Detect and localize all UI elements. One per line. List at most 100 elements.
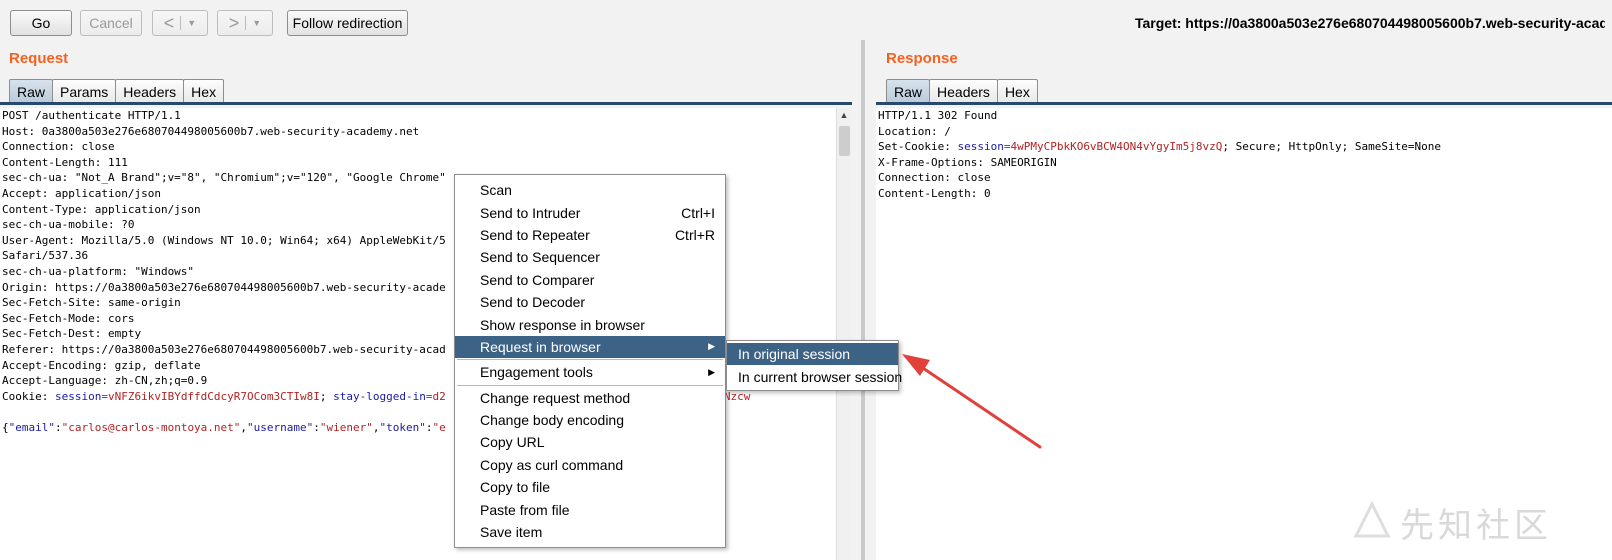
param-value: =vNFZ6ikvIBYdffdCdcyR7OCom3CTIw8I: [101, 389, 320, 403]
line-text: {: [2, 420, 9, 434]
response-tab-underline: [876, 102, 1612, 105]
line-text: Connection: close: [2, 140, 115, 154]
line-text: Location: /: [878, 124, 951, 138]
menu-item-scan[interactable]: Scan: [455, 179, 725, 201]
line-text: Sec-Fetch-Dest: empty: [2, 327, 142, 341]
menu-item-label: Show response in browser: [480, 316, 645, 333]
menu-item-shortcut: Ctrl+R: [674, 226, 715, 243]
param-value: =d2: [425, 389, 446, 403]
menu-item-send-to-intruder[interactable]: Send to Intruder Ctrl+I: [455, 201, 725, 223]
menu-item-label: Save item: [480, 524, 543, 541]
response-line: Set-Cookie: session=4wPMyCPbkKO6vBCW4ON4…: [876, 139, 1612, 155]
line-text: Accept-Encoding: gzip, deflate: [2, 358, 201, 372]
param-name: stay-logged-in: [333, 389, 426, 403]
request-tab-headers[interactable]: Headers: [115, 79, 185, 103]
menu-item-label: Engagement tools: [480, 364, 593, 381]
follow-redirection-button[interactable]: Follow redirection: [287, 10, 408, 36]
line-text: Host: 0a3800a503e276e680704498005600b7.w…: [2, 124, 420, 138]
line-text: :: [425, 420, 433, 434]
go-button[interactable]: Go: [10, 10, 72, 36]
scroll-up-icon[interactable]: ▲: [837, 108, 851, 120]
menu-item-show-response-in-browser[interactable]: Show response in browser: [455, 313, 725, 335]
response-line: Connection: close: [876, 170, 1612, 186]
line-text: Content-Type: application/json: [2, 202, 201, 216]
request-line: Connection: close: [0, 139, 836, 155]
pane-splitter[interactable]: [861, 40, 865, 560]
submenu-item-in-original-session[interactable]: In original session: [727, 343, 898, 366]
forward-separator: [245, 16, 247, 30]
follow-redirection-label: Follow redirection: [292, 15, 403, 31]
forward-button[interactable]: > ▼: [217, 10, 273, 36]
line-text: Referer: https://0a3800a503e276e68070449…: [2, 342, 446, 356]
watermark-logo-icon: [1353, 500, 1391, 538]
menu-separator: [457, 359, 723, 361]
response-line: HTTP/1.1 302 Found: [876, 108, 1612, 124]
menu-item-copy-to-file[interactable]: Copy to file: [455, 476, 725, 498]
param-name: "token": [379, 420, 426, 434]
line-text: Set-Cookie:: [878, 140, 958, 154]
submenu-item-label: In current browser session: [738, 368, 903, 385]
param-value: "wiener": [319, 420, 373, 434]
param-value: =4wPMyCPbkKO6vBCW4ON4vYgyIm5j8vzQ: [1003, 140, 1223, 154]
watermark-text: 先知社区: [1400, 507, 1552, 545]
menu-item-request-in-browser[interactable]: Request in browser ▶: [455, 335, 725, 359]
line-text: :: [54, 420, 62, 434]
request-title: Request: [9, 50, 69, 67]
menu-item-send-to-repeater[interactable]: Send to Repeater Ctrl+R: [455, 224, 725, 246]
line-text: Accept-Language: zh-CN,zh;q=0.9: [2, 374, 208, 388]
line-text: sec-ch-ua-platform: "Windows": [2, 264, 195, 278]
menu-item-save-item[interactable]: Save item: [455, 521, 725, 543]
menu-item-shortcut: Ctrl+I: [681, 204, 715, 221]
menu-item-send-to-comparer[interactable]: Send to Comparer: [455, 269, 725, 291]
menu-item-label: Copy to file: [480, 479, 551, 496]
response-line: Content-Length: 0: [876, 186, 1612, 202]
param-name: session: [957, 140, 1004, 154]
line-text: Connection: close: [878, 171, 991, 185]
request-in-browser-submenu: In original session In current browser se…: [726, 340, 902, 391]
line-text: HTTP/1.1 302 Found: [878, 109, 998, 122]
menu-item-label: Send to Intruder: [480, 204, 581, 221]
response-tab-raw[interactable]: Raw: [886, 79, 931, 103]
line-text: X-Frame-Options: SAMEORIGIN: [878, 155, 1057, 169]
request-tab-hex[interactable]: Hex: [183, 79, 225, 103]
line-text: Sec-Fetch-Mode: cors: [2, 311, 135, 325]
line-text: Origin: https://0a3800a503e276e680704498…: [2, 280, 446, 294]
menu-item-change-body-encoding[interactable]: Change body encoding: [455, 409, 725, 431]
scrollbar-thumb[interactable]: [839, 126, 850, 156]
menu-item-copy-url[interactable]: Copy URL: [455, 431, 725, 453]
request-tab-params[interactable]: Params: [52, 79, 117, 103]
param-name: session: [54, 389, 102, 403]
submenu-item-in-current-browser-session[interactable]: In current browser session: [727, 365, 902, 387]
target-label: Target: https://0a3800a503e276e680704498…: [1135, 15, 1605, 31]
response-tab-headers[interactable]: Headers: [929, 79, 998, 103]
menu-item-paste-from-file[interactable]: Paste from file: [455, 498, 725, 520]
request-line: Host: 0a3800a503e276e680704498005600b7.w…: [0, 124, 836, 140]
menu-item-label: Scan: [480, 182, 512, 199]
line-text: Content-Length: 0: [878, 186, 991, 200]
context-menu: Scan Send to Intruder Ctrl+I Send to Repeat…: [454, 174, 726, 549]
line-text: Sec-Fetch-Site: same-origin: [2, 296, 181, 310]
response-title: Response: [886, 50, 958, 67]
menu-item-send-to-decoder[interactable]: Send to Decoder: [455, 291, 725, 313]
menu-item-label: Request in browser: [480, 338, 601, 355]
back-button[interactable]: < ▼: [152, 10, 208, 36]
response-editor[interactable]: HTTP/1.1 302 Found Location: / Set-Cookie:…: [876, 108, 1612, 560]
line-text: sec-ch-ua-mobile: ?0: [2, 218, 135, 232]
submenu-item-label: In original session: [738, 346, 851, 363]
request-scrollbar[interactable]: ▲: [836, 108, 851, 560]
request-tab-underline: [0, 102, 852, 105]
line-text: Content-Length: 111: [2, 155, 128, 169]
menu-item-copy-as-curl-command[interactable]: Copy as curl command: [455, 454, 725, 476]
menu-item-change-request-method[interactable]: Change request method: [455, 387, 725, 409]
menu-item-label: Change request method: [480, 389, 631, 406]
menu-item-engagement-tools[interactable]: Engagement tools ▶: [455, 361, 725, 383]
menu-item-send-to-sequencer[interactable]: Send to Sequencer: [455, 246, 725, 268]
response-tabs: Raw Headers Hex: [886, 79, 1038, 103]
line-text: ;: [319, 389, 334, 403]
cancel-button[interactable]: Cancel: [80, 10, 142, 36]
response-line: Location: /: [876, 124, 1612, 140]
menu-item-label: Send to Comparer: [480, 271, 595, 288]
submenu-arrow-icon: ▶: [708, 341, 715, 352]
request-tab-raw[interactable]: Raw: [9, 79, 54, 103]
response-tab-hex[interactable]: Hex: [996, 79, 1038, 103]
